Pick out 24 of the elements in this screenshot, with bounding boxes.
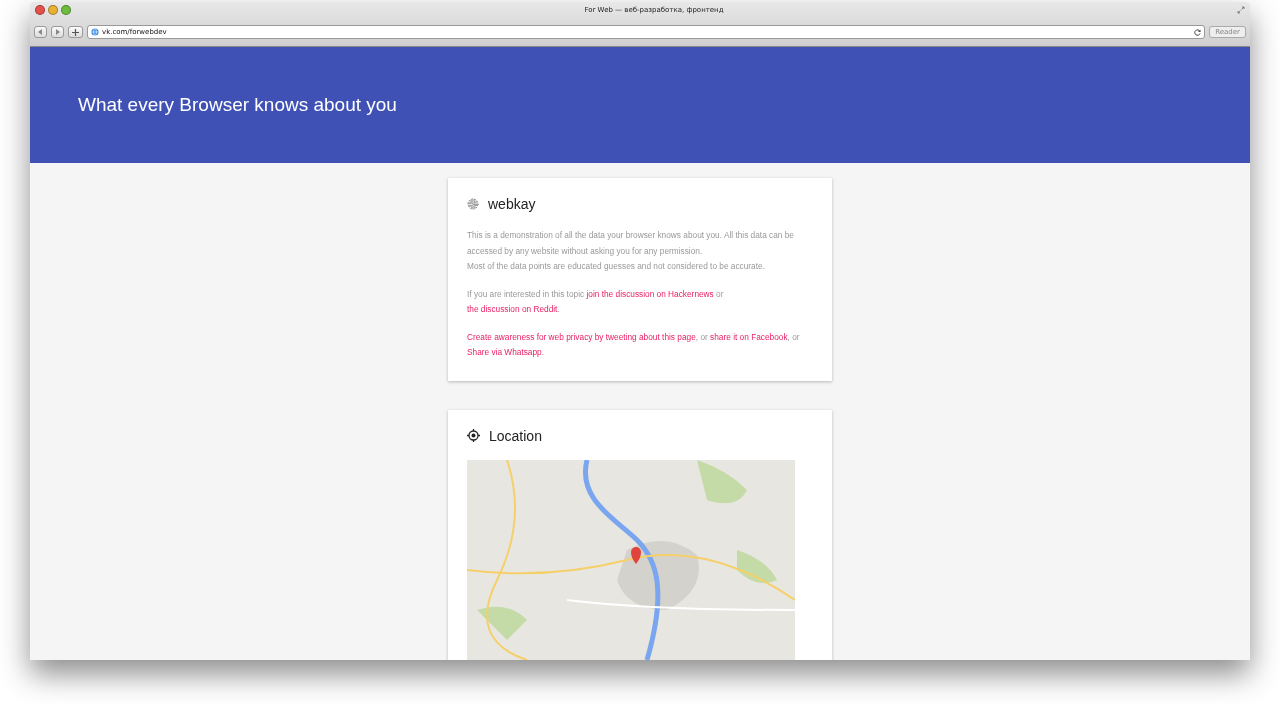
back-button[interactable] — [34, 26, 47, 38]
fingerprint-icon — [467, 198, 479, 210]
zoom-button[interactable] — [61, 5, 71, 15]
reload-icon[interactable] — [1194, 28, 1202, 36]
fullscreen-icon[interactable] — [1237, 6, 1245, 14]
add-bookmark-button[interactable] — [68, 26, 83, 38]
globe-icon — [91, 28, 99, 36]
link[interactable]: join the discussion on Hackernews — [586, 288, 714, 299]
page-title: What every Browser knows about you — [78, 94, 397, 116]
forward-button[interactable] — [51, 26, 64, 38]
location-target-icon — [467, 429, 480, 442]
paragraph: Most of the data points are educated guesses and not considered to be accurate. — [467, 260, 766, 273]
forward-arrow-icon — [55, 29, 60, 35]
card-title: webkay — [488, 196, 536, 212]
card-title: Location — [489, 427, 542, 444]
paragraph: This is a demonstration of all the data your browser knows about you. All this data can be accessed by any website without asking you for any permission. — [467, 229, 795, 258]
link[interactable]: Share via Whatsapp — [467, 347, 542, 357]
close-button[interactable] — [35, 5, 45, 15]
minimize-button[interactable] — [48, 5, 58, 15]
link[interactable]: Create awareness for web privacy by tweeting about this page — [467, 331, 696, 342]
back-arrow-icon — [38, 29, 43, 35]
paragraph: If you are interested in this topic join the discussion on Hackernews or the discussion on Reddit. — [467, 287, 725, 316]
paragraph: Create awareness for web privacy by tweeting about this page, or share it on Facebook, or Share via Whatsapp. — [467, 330, 801, 359]
plus-icon — [72, 28, 79, 36]
